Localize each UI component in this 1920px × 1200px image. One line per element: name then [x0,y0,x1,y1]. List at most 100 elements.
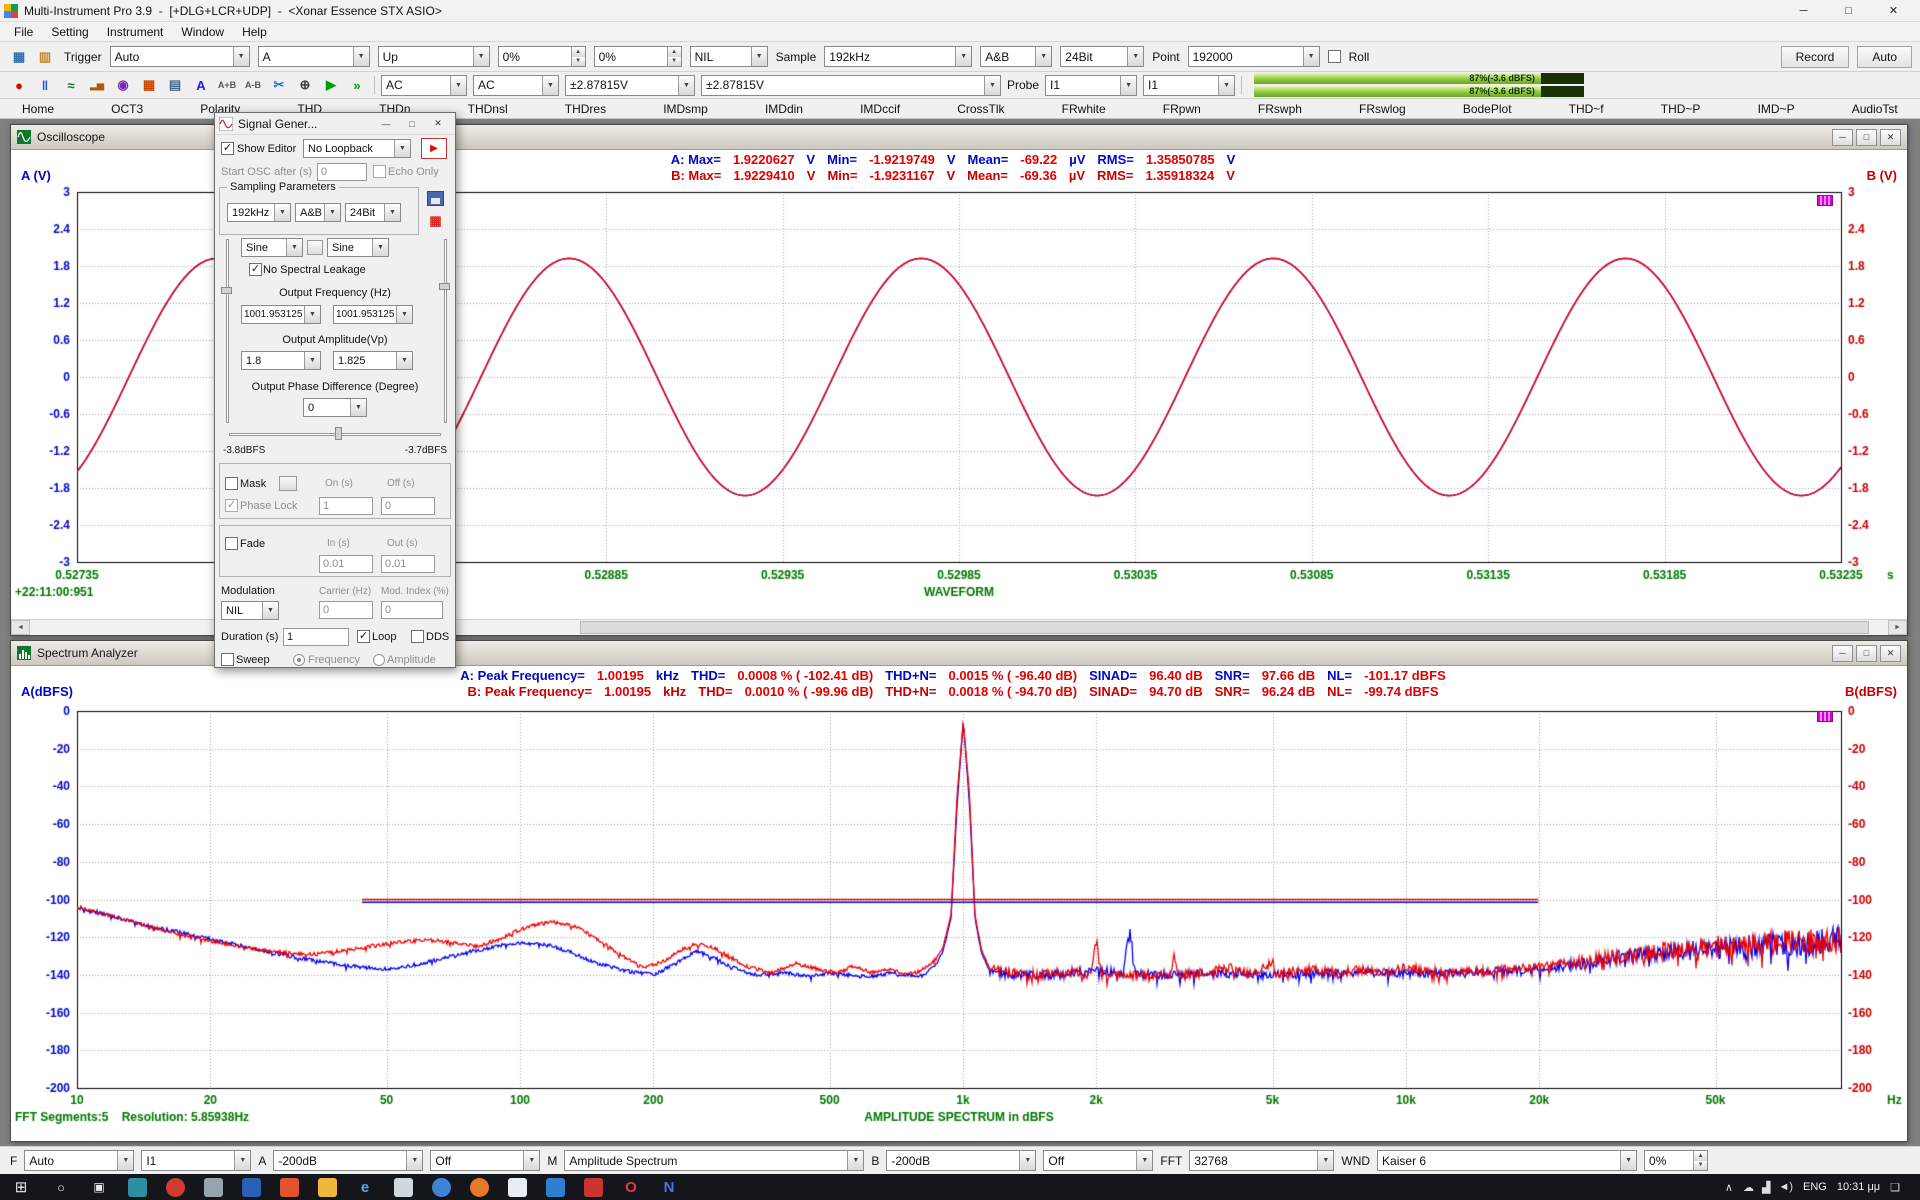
sweep-checkbox[interactable] [221,653,234,666]
mod-index-field[interactable]: 0 [381,601,443,619]
soundcard-panel-icon[interactable]: ▦ [427,213,444,228]
gen-rate-select[interactable]: 192kHz [227,203,291,222]
chevron-down-icon[interactable] [324,204,340,221]
vscode-icon[interactable] [536,1174,574,1200]
chevron-down-icon[interactable] [262,602,278,619]
spin-up-icon[interactable] [668,47,681,57]
chevron-down-icon[interactable] [1035,47,1051,66]
scroll-left-icon[interactable]: ◄ [11,620,30,635]
trigger-mode-select[interactable]: Auto [110,46,250,67]
trigger-edge-select[interactable]: Up [378,46,490,67]
start-osc-field[interactable]: 0 [317,163,367,181]
close-button[interactable]: ✕ [1871,0,1916,21]
close-icon[interactable]: ✕ [1880,645,1901,662]
channel-a-icon[interactable]: A [190,75,212,95]
chevron-down-icon[interactable] [304,306,320,323]
app-icon-navy[interactable]: N [650,1174,688,1200]
start-generator-button[interactable] [421,138,447,159]
minimize-button[interactable]: ─ [1781,0,1826,21]
frequency-a-select[interactable]: 1001.953125 [241,305,321,324]
trigger-level-stepper[interactable]: 0% [498,46,586,67]
probe-calibration-icon[interactable]: ✂ [268,75,290,95]
app-icon-teal[interactable] [118,1174,156,1200]
trigger-hpf-select[interactable]: NIL [690,46,768,67]
probe-a-select[interactable]: I1 [1045,75,1137,96]
minimize-icon[interactable]: ─ [1832,129,1853,146]
app-titlebar[interactable]: Multi-Instrument Pro 3.9 - [+DLG+LCR+UDP… [0,0,1920,22]
chevron-down-icon[interactable] [751,47,767,66]
tab-thd-f[interactable]: THD~f [1565,101,1608,117]
tab-thd-p[interactable]: THD~P [1657,101,1705,117]
file-explorer-icon[interactable] [308,1174,346,1200]
tab-frpwn[interactable]: FRpwn [1159,101,1205,117]
chevron-down-icon[interactable] [394,140,410,157]
burst-settings-button[interactable] [279,476,297,491]
b-weighting-select[interactable]: Off [1043,1150,1153,1171]
restore-icon[interactable]: □ [1856,645,1877,662]
menu-instrument[interactable]: Instrument [99,24,172,40]
notification-center-icon[interactable]: ❏ [1890,1181,1900,1194]
tab-frwhite[interactable]: FRwhite [1058,101,1110,117]
chevron-down-icon[interactable] [1218,76,1234,95]
a-range-select[interactable]: -200dB [273,1150,423,1171]
data-logger-icon[interactable]: ▤ [164,75,186,95]
loop-checkbox[interactable] [357,630,370,643]
output-level-slider-b[interactable] [439,239,451,423]
restore-icon[interactable]: □ [1856,129,1877,146]
channel-a-minus-b-icon[interactable]: A-B [242,75,264,95]
minimize-icon[interactable]: ─ [1832,645,1853,662]
coupling-a-select[interactable]: AC [381,75,467,96]
chevron-down-icon[interactable] [233,47,249,66]
chevron-down-icon[interactable] [450,76,466,95]
menu-file[interactable]: File [6,24,41,40]
fade-out-field[interactable]: 0.01 [381,555,435,573]
menu-window[interactable]: Window [173,24,232,40]
coupling-b-select[interactable]: AC [473,75,559,96]
chevron-down-icon[interactable] [1303,47,1319,66]
maximize-icon[interactable]: □ [399,115,425,133]
waveform-b-select[interactable]: Sine [327,238,389,257]
chevron-down-icon[interactable] [1136,1151,1152,1170]
tab-imd-p[interactable]: IMD~P [1754,101,1799,117]
tray-expand-icon[interactable]: ∧ [1725,1181,1733,1194]
close-icon[interactable]: ✕ [425,115,451,133]
spin-down-icon[interactable] [668,57,681,67]
spectrum-plot[interactable] [11,700,1907,1141]
chevron-down-icon[interactable] [384,204,400,221]
language-indicator[interactable]: ENG [1803,1181,1827,1193]
chevron-down-icon[interactable] [234,1151,250,1170]
chevron-down-icon[interactable] [678,76,694,95]
spin-up-icon[interactable] [1694,1151,1707,1161]
show-editor-checkbox[interactable] [221,142,234,155]
a-weighting-select[interactable]: Off [430,1150,540,1171]
tab-imddin[interactable]: IMDdin [761,101,807,117]
close-icon[interactable]: ✕ [1880,129,1901,146]
sample-rate-select[interactable]: 192kHz [824,46,972,67]
tab-thdnsl[interactable]: THDnsl [464,101,512,117]
freq-axis-mode-select[interactable]: Auto [24,1150,134,1171]
spin-down-icon[interactable] [1694,1161,1707,1171]
tab-home[interactable]: Home [18,101,58,117]
panels-layout-icon[interactable]: ▦ [8,47,30,67]
chevron-down-icon[interactable] [984,76,1000,95]
app-icon-gray[interactable] [194,1174,232,1200]
search-button[interactable]: ○ [42,1174,80,1200]
save-icon[interactable] [427,191,444,206]
view-mode-select[interactable]: Amplitude Spectrum [564,1150,864,1171]
chevron-down-icon[interactable] [286,239,302,256]
chevron-down-icon[interactable] [353,47,369,66]
cloud-icon[interactable]: ☁ [1743,1181,1754,1194]
scrollbar-thumb[interactable] [580,621,1869,634]
range-b-select[interactable]: ±2.87815V [701,75,1001,96]
app-icon-orange-red[interactable] [270,1174,308,1200]
app-icon-white-blue[interactable] [498,1174,536,1200]
overlap-stepper[interactable]: 0% [1644,1150,1708,1171]
opera-icon[interactable]: O [612,1174,650,1200]
record-points-select[interactable]: 192000 [1188,46,1320,67]
tab-imdccif[interactable]: IMDccif [856,101,904,117]
pause-icon[interactable]: ‖ [34,75,56,95]
chevron-down-icon[interactable] [372,239,388,256]
scroll-right-icon[interactable]: ► [1888,620,1907,635]
chevron-down-icon[interactable] [117,1151,133,1170]
tab-crosstlk[interactable]: CrossTlk [953,101,1008,117]
